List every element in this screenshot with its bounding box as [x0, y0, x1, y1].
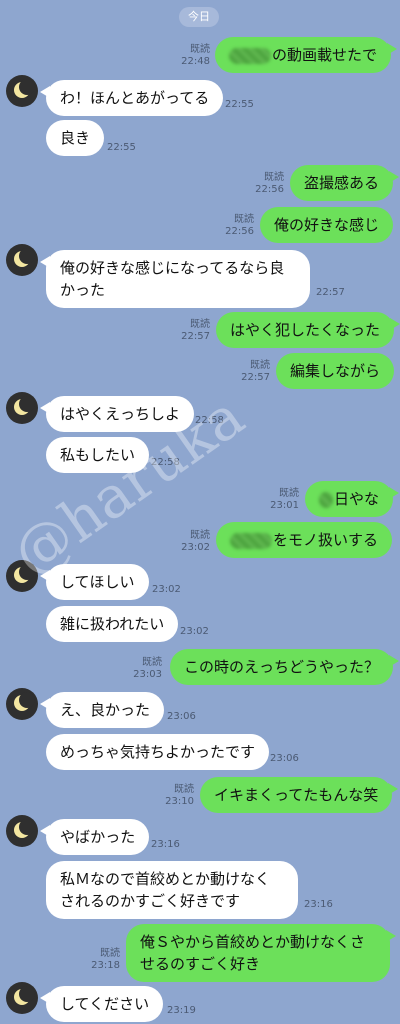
message-time: 22:58: [151, 457, 180, 468]
incoming-message[interactable]: 俺の好きな感じになってるなら良かった: [40, 250, 310, 308]
outgoing-message[interactable]: 盗撮感ある: [290, 165, 400, 201]
read-receipt: 既読 22:57: [181, 319, 210, 342]
incoming-message[interactable]: 雑に扱われたい: [46, 606, 179, 642]
outgoing-message[interactable]: 俺の好きな感じ: [260, 207, 394, 243]
read-receipt: 既読 23:10: [165, 784, 194, 807]
message-time: 23:19: [167, 1005, 196, 1016]
avatar[interactable]: [6, 75, 38, 107]
read-receipt: 既読 22:56: [225, 214, 254, 237]
redacted-text: [230, 532, 272, 549]
message-time: 22:55: [107, 142, 136, 153]
read-receipt: 既読 22:57: [241, 360, 270, 383]
avatar[interactable]: [6, 244, 38, 276]
incoming-message[interactable]: やばかった: [39, 819, 150, 855]
incoming-message[interactable]: 私もしたい: [46, 437, 150, 473]
redacted-text: [319, 491, 333, 508]
message-time: 22:58: [195, 415, 224, 426]
outgoing-message[interactable]: 俺Ｓやから首絞めとか動けなくさせるのすごく好き: [126, 924, 396, 982]
avatar[interactable]: [6, 688, 38, 720]
incoming-message[interactable]: え、良かった: [39, 692, 165, 728]
outgoing-message[interactable]: 日やな: [305, 481, 400, 517]
message-time: 23:16: [151, 839, 180, 850]
read-receipt: 既読 23:01: [270, 488, 299, 511]
date-separator: 今日: [179, 7, 219, 27]
chat-view[interactable]: 今日 既読 22:48 の動画載せたで わ！ほんとあがってる 22:55 良き 2…: [0, 0, 400, 1024]
incoming-message[interactable]: わ！ほんとあがってる: [39, 80, 224, 116]
read-receipt: 既読 22:48: [181, 44, 210, 67]
avatar[interactable]: [6, 560, 38, 592]
outgoing-message[interactable]: この時のえっちどうやった？: [170, 649, 400, 685]
message-time: 23:06: [167, 711, 196, 722]
incoming-message[interactable]: してください: [39, 986, 164, 1022]
message-time: 22:55: [225, 99, 254, 110]
incoming-message[interactable]: めっちゃ気持ちよかったです: [46, 734, 270, 770]
incoming-message[interactable]: はやくえっちしよ: [39, 396, 195, 432]
redacted-text: [229, 47, 271, 64]
message-time: 23:02: [152, 584, 181, 595]
read-receipt: 既読 23:02: [181, 530, 210, 553]
message-time: 22:57: [316, 287, 345, 298]
read-receipt: 既読 22:56: [255, 172, 284, 195]
outgoing-message[interactable]: 編集しながら: [276, 353, 395, 389]
incoming-message[interactable]: 良き: [46, 120, 105, 156]
outgoing-message[interactable]: はやく犯したくなった: [216, 312, 400, 348]
incoming-message[interactable]: してほしい: [40, 564, 149, 600]
outgoing-message[interactable]: をモノ扱いする: [216, 522, 393, 558]
outgoing-message[interactable]: の動画載せたで: [215, 37, 398, 73]
avatar[interactable]: [6, 982, 38, 1014]
avatar[interactable]: [6, 392, 38, 424]
message-time: 23:06: [270, 753, 299, 764]
read-receipt: 既読 23:03: [133, 657, 162, 680]
incoming-message[interactable]: 私Ｍなので首絞めとか動けなくされるのかすごく好きです: [46, 861, 298, 919]
message-time: 23:16: [304, 899, 333, 910]
avatar[interactable]: [6, 815, 38, 847]
outgoing-message[interactable]: イキまくってたもんな笑: [200, 777, 399, 813]
message-time: 23:02: [180, 626, 209, 637]
read-receipt: 既読 23:18: [91, 948, 120, 971]
